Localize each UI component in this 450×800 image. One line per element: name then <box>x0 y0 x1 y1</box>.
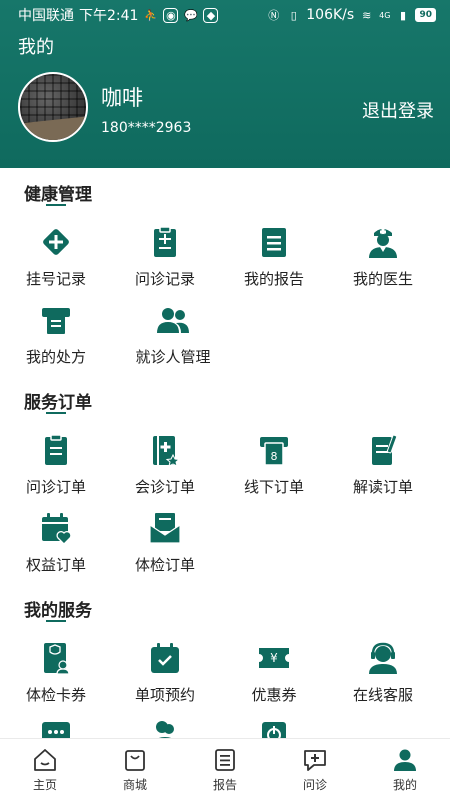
chat-dots-icon <box>38 716 74 738</box>
time-label: 下午2:41 <box>79 8 139 24</box>
tab-label: 我的 <box>392 777 417 792</box>
nfc-icon: Ⓝ <box>268 8 280 22</box>
more-service-item[interactable] <box>1 716 111 738</box>
consultation-records-item[interactable]: 问诊记录 <box>110 224 220 292</box>
calendar-check-icon <box>147 640 183 676</box>
section-title: 健康管理 <box>24 185 92 205</box>
tab-mall[interactable]: 商城 <box>90 739 180 800</box>
power-service-item[interactable] <box>219 716 329 738</box>
logout-button[interactable]: 退出登录 <box>362 97 434 123</box>
shield-notification-icon: ◆ <box>203 7 219 23</box>
signal-icon: ▮ <box>399 8 406 22</box>
checkup-card-item[interactable]: 体检卡券 <box>1 640 111 708</box>
carrier-label: 中国联通 <box>18 8 74 24</box>
vibrate-icon: ▯ <box>290 8 297 22</box>
clipboard-icon <box>147 224 183 260</box>
ticket-machine-icon: 8 <box>256 432 292 468</box>
doctor-icon <box>365 224 401 260</box>
checkup-orders-item[interactable]: 体检订单 <box>110 510 220 578</box>
item-label: 问诊订单 <box>25 478 86 496</box>
patients-icon <box>155 302 191 338</box>
note-icon <box>365 432 401 468</box>
item-label: 线下订单 <box>243 478 304 496</box>
speed-label: 106K/s <box>306 7 355 23</box>
item-label: 问诊记录 <box>134 270 195 288</box>
medical-book-icon <box>147 432 183 468</box>
user-name: 咖啡 <box>101 86 143 110</box>
card-icon <box>38 640 74 676</box>
calendar-heart-icon <box>38 510 74 546</box>
tab-label: 商城 <box>122 777 147 792</box>
family-icon <box>147 716 183 738</box>
interpretation-orders-item[interactable]: 解读订单 <box>328 432 438 500</box>
my-prescription-item[interactable]: 我的处方 <box>1 302 111 370</box>
tab-label: 主页 <box>32 777 57 792</box>
running-icon: ⛹ <box>144 8 158 22</box>
patient-management-item[interactable]: 就诊人管理 <box>118 302 228 370</box>
tab-home[interactable]: 主页 <box>0 739 90 800</box>
home-icon <box>34 748 56 771</box>
consultation-orders-item[interactable]: 问诊订单 <box>1 432 111 500</box>
item-label: 权益订单 <box>25 556 86 574</box>
benefit-orders-item[interactable]: 权益订单 <box>1 510 111 578</box>
item-label: 体检订单 <box>134 556 195 574</box>
coupon-icon: ¥ <box>256 640 292 676</box>
headset-icon <box>365 640 401 676</box>
message-icon: 💬 <box>184 8 198 22</box>
my-reports-item[interactable]: 我的报告 <box>219 224 329 292</box>
my-doctor-item[interactable]: 我的医生 <box>328 224 438 292</box>
item-label: 我的处方 <box>25 348 86 366</box>
coupons-item[interactable]: ¥ 优惠券 <box>219 640 329 708</box>
page-title: 我的 <box>18 37 54 58</box>
tab-consultation[interactable]: 问诊 <box>270 739 360 800</box>
user-phone: 180****2963 <box>101 120 192 136</box>
network-label: 4G <box>379 10 391 20</box>
section-underline <box>46 204 66 206</box>
battery-icon: 90 <box>415 8 436 22</box>
status-bar: 中国联通 下午2:41 ⛹ ◉ 💬 ◆ Ⓝ ▯ 106K/s ≋ 4G ▮ 90 <box>0 0 450 30</box>
tab-report[interactable]: 报告 <box>180 739 270 800</box>
section-title: 我的服务 <box>24 601 92 621</box>
tab-label: 报告 <box>212 777 237 792</box>
report-list-icon <box>215 748 235 771</box>
online-service-item[interactable]: 在线客服 <box>328 640 438 708</box>
item-label: 体检卡券 <box>25 686 86 704</box>
offline-orders-item[interactable]: 8 线下订单 <box>219 432 329 500</box>
app-notification-icon: ◉ <box>163 7 179 23</box>
item-label: 我的医生 <box>352 270 413 288</box>
prescription-icon <box>38 302 74 338</box>
avatar[interactable] <box>18 72 88 142</box>
family-service-item[interactable] <box>110 716 220 738</box>
single-appointment-item[interactable]: 单项预约 <box>110 640 220 708</box>
user-icon <box>394 749 416 771</box>
item-label: 我的报告 <box>243 270 304 288</box>
section-underline <box>46 412 66 414</box>
tab-label: 问诊 <box>302 777 327 792</box>
item-label: 会诊订单 <box>134 478 195 496</box>
svg-text:8: 8 <box>271 450 278 463</box>
shopping-bag-icon <box>125 749 145 771</box>
envelope-icon <box>147 510 183 546</box>
item-label: 解读订单 <box>352 478 413 496</box>
clipboard-icon <box>38 432 74 468</box>
item-label: 优惠券 <box>251 686 297 704</box>
section-title: 服务订单 <box>24 393 92 413</box>
report-icon <box>256 224 292 260</box>
svg-text:¥: ¥ <box>270 651 278 665</box>
power-icon <box>256 716 292 738</box>
chat-plus-icon <box>304 749 326 771</box>
wifi-icon: ≋ <box>362 8 372 22</box>
tab-mine[interactable]: 我的 <box>360 739 450 800</box>
menu-content: 健康管理 挂号记录 问诊记录 我的报告 我的医生 我的处方 就诊人管理 服务订单… <box>0 168 450 738</box>
item-label: 挂号记录 <box>25 270 86 288</box>
profile-header: 中国联通 下午2:41 ⛹ ◉ 💬 ◆ Ⓝ ▯ 106K/s ≋ 4G ▮ 90… <box>0 0 450 168</box>
item-label: 在线客服 <box>352 686 413 704</box>
registration-records-item[interactable]: 挂号记录 <box>1 224 111 292</box>
item-label: 就诊人管理 <box>135 348 211 366</box>
diamond-plus-icon <box>38 224 74 260</box>
joint-consultation-orders-item[interactable]: 会诊订单 <box>110 432 220 500</box>
section-underline <box>46 620 66 622</box>
item-label: 单项预约 <box>134 686 195 704</box>
bottom-tab-bar: 主页 商城 报告 问诊 我的 <box>0 738 450 800</box>
